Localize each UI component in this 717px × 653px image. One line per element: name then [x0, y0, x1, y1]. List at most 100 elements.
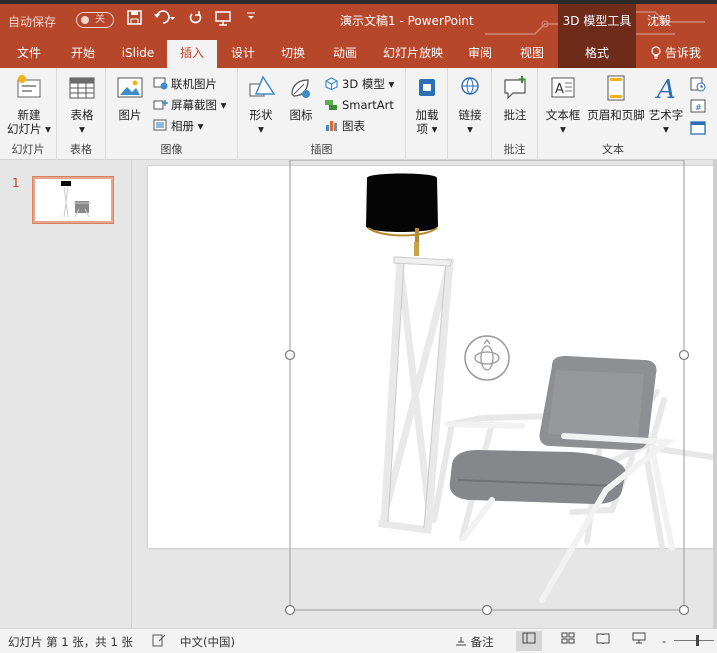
normal-view-icon — [522, 632, 536, 644]
wordart-icon: A — [655, 75, 676, 105]
zoom-out-button[interactable]: - — [662, 634, 666, 648]
customize-toolbar-icon[interactable] — [246, 10, 256, 28]
3d-model-button[interactable]: 3D 模型 ▾ — [324, 74, 394, 94]
new-slide-icon — [17, 75, 41, 98]
link-button[interactable]: 链接 ▾ — [451, 74, 489, 136]
group-text-label: 文本 — [602, 143, 624, 156]
smartart-label: SmartArt — [342, 98, 394, 112]
group-tables: 表格 ▾ 表格 — [57, 68, 106, 160]
object-icon[interactable] — [690, 120, 706, 139]
screenshot-button[interactable]: 屏幕截图 ▾ — [153, 95, 226, 115]
photo-album-icon — [153, 119, 167, 131]
ribbon: 新建 幻灯片 ▾ 幻灯片 表格 ▾ 表格 图片 联机图片 屏幕截图 ▾ 相册 ▾… — [0, 68, 717, 160]
save-icon[interactable] — [127, 10, 142, 29]
tab-transitions[interactable]: 切换 — [272, 40, 314, 68]
slide-editor-canvas[interactable] — [132, 160, 717, 628]
wordart-button[interactable]: A 艺术字 ▾ — [646, 74, 686, 136]
slideshow-view-icon — [632, 632, 646, 644]
slide-count-info: 幻灯片 第 1 张，共 1 张 — [8, 635, 133, 649]
store-icon — [419, 79, 435, 96]
tab-view[interactable]: 视图 — [510, 40, 554, 68]
group-images: 图片 联机图片 屏幕截图 ▾ 相册 ▾ 图像 — [106, 68, 238, 160]
addins-label-2: 项 — [416, 122, 429, 136]
reading-view-button[interactable] — [590, 631, 616, 651]
link-label: 链接 — [458, 108, 482, 122]
tab-islide[interactable]: iSlide — [114, 40, 162, 68]
status-bar: 幻灯片 第 1 张，共 1 张 中文(中国) 备注 - — [0, 628, 717, 653]
header-footer-icon — [607, 75, 625, 101]
tab-review[interactable]: 审阅 — [458, 40, 502, 68]
header-footer-button[interactable]: 页眉和页脚 — [585, 74, 647, 122]
svg-text:#: # — [695, 103, 702, 112]
zoom-slider-thumb[interactable] — [696, 635, 699, 646]
comment-icon — [504, 76, 526, 100]
smartart-button[interactable]: SmartArt — [324, 95, 394, 115]
start-from-beginning-icon[interactable] — [214, 10, 232, 30]
slide-thumbnail[interactable] — [32, 176, 114, 224]
title-bar: 自动保存 关 演示文稿1 - PowerPoint 3D 模型工具 沈毅 — [0, 0, 717, 40]
undo-icon[interactable] — [153, 10, 175, 29]
tell-me-box[interactable]: 告诉我 — [640, 40, 712, 68]
group-comments-label: 批注 — [503, 143, 526, 156]
group-text: A 文本框 ▾ 页眉和页脚 A 艺术字 ▾ # 文本 — [538, 68, 713, 160]
textbox-icon: A — [551, 77, 575, 98]
tell-me-label: 告诉我 — [664, 46, 701, 60]
slide-sorter-button[interactable] — [555, 631, 581, 651]
tab-format[interactable]: 格式 — [558, 40, 636, 68]
accessibility-icon[interactable] — [152, 634, 166, 650]
comment-label: 批注 — [503, 108, 527, 122]
lightbulb-icon — [651, 46, 665, 60]
ribbon-tabs: 文件 开始 iSlide 插入 设计 切换 动画 幻灯片放映 审阅 视图 格式 … — [0, 40, 717, 68]
language-indicator[interactable]: 中文(中国) — [180, 634, 235, 650]
addins-label: 加载 — [415, 108, 439, 122]
vertical-scrollbar[interactable] — [713, 160, 717, 628]
shapes-label: 形状 — [249, 108, 273, 122]
3d-model-object[interactable] — [132, 160, 717, 628]
new-slide-label-2: 幻灯片 — [7, 122, 42, 136]
notes-icon — [456, 637, 466, 646]
tab-design[interactable]: 设计 — [222, 40, 264, 68]
svg-text:A: A — [555, 82, 564, 97]
photo-album-button[interactable]: 相册 ▾ — [153, 116, 203, 136]
new-slide-button[interactable]: 新建 幻灯片 ▾ — [4, 74, 54, 136]
group-slides-label: 幻灯片 — [11, 143, 45, 156]
slide-number-icon[interactable]: # — [690, 98, 706, 117]
zoom-slider[interactable] — [674, 635, 714, 646]
table-button[interactable]: 表格 ▾ — [63, 74, 101, 136]
normal-view-button[interactable] — [516, 631, 542, 651]
chart-icon — [326, 121, 337, 131]
date-time-icon[interactable] — [690, 76, 706, 95]
addins-button[interactable]: 加载 项 ▾ — [408, 74, 446, 136]
3d-model-label: 3D 模型 — [342, 77, 385, 91]
tab-insert[interactable]: 插入 — [167, 40, 217, 68]
redo-icon[interactable] — [188, 10, 203, 29]
picture-label: 图片 — [118, 108, 142, 122]
tab-slideshow[interactable]: 幻灯片放映 — [378, 40, 448, 68]
online-pictures-button[interactable]: 联机图片 — [153, 74, 217, 94]
lamp-shade — [366, 173, 438, 232]
shapes-button[interactable]: 形状 ▾ — [242, 74, 280, 136]
tab-animations[interactable]: 动画 — [322, 40, 368, 68]
icons-button[interactable]: 图标 — [282, 74, 320, 122]
picture-button[interactable]: 图片 — [110, 74, 150, 122]
comment-button[interactable]: 批注 — [496, 74, 534, 122]
group-addins: 加载 项 ▾ — [406, 68, 448, 160]
3d-rotate-handle[interactable] — [464, 335, 510, 381]
smartart-icon — [325, 100, 337, 110]
slide-thumbnail-panel: 1 — [0, 160, 132, 628]
user-name[interactable]: 沈毅 — [647, 12, 671, 29]
tab-file[interactable]: 文件 — [8, 40, 50, 68]
tab-home[interactable]: 开始 — [58, 40, 108, 68]
slide-sorter-icon — [561, 632, 575, 644]
chart-button[interactable]: 图表 — [324, 116, 365, 136]
slideshow-view-button[interactable] — [626, 631, 652, 651]
notes-button[interactable]: 备注 — [455, 634, 494, 650]
textbox-button[interactable]: A 文本框 ▾ — [542, 74, 584, 136]
reading-view-icon — [596, 633, 610, 645]
screenshot-label: 屏幕截图 — [171, 98, 217, 112]
autosave-toggle[interactable]: 关 — [76, 12, 114, 28]
document-title: 演示文稿1 - PowerPoint — [340, 14, 474, 28]
3d-cube-icon — [325, 77, 338, 90]
picture-icon — [117, 77, 143, 98]
autosave-label: 自动保存 — [8, 15, 57, 29]
